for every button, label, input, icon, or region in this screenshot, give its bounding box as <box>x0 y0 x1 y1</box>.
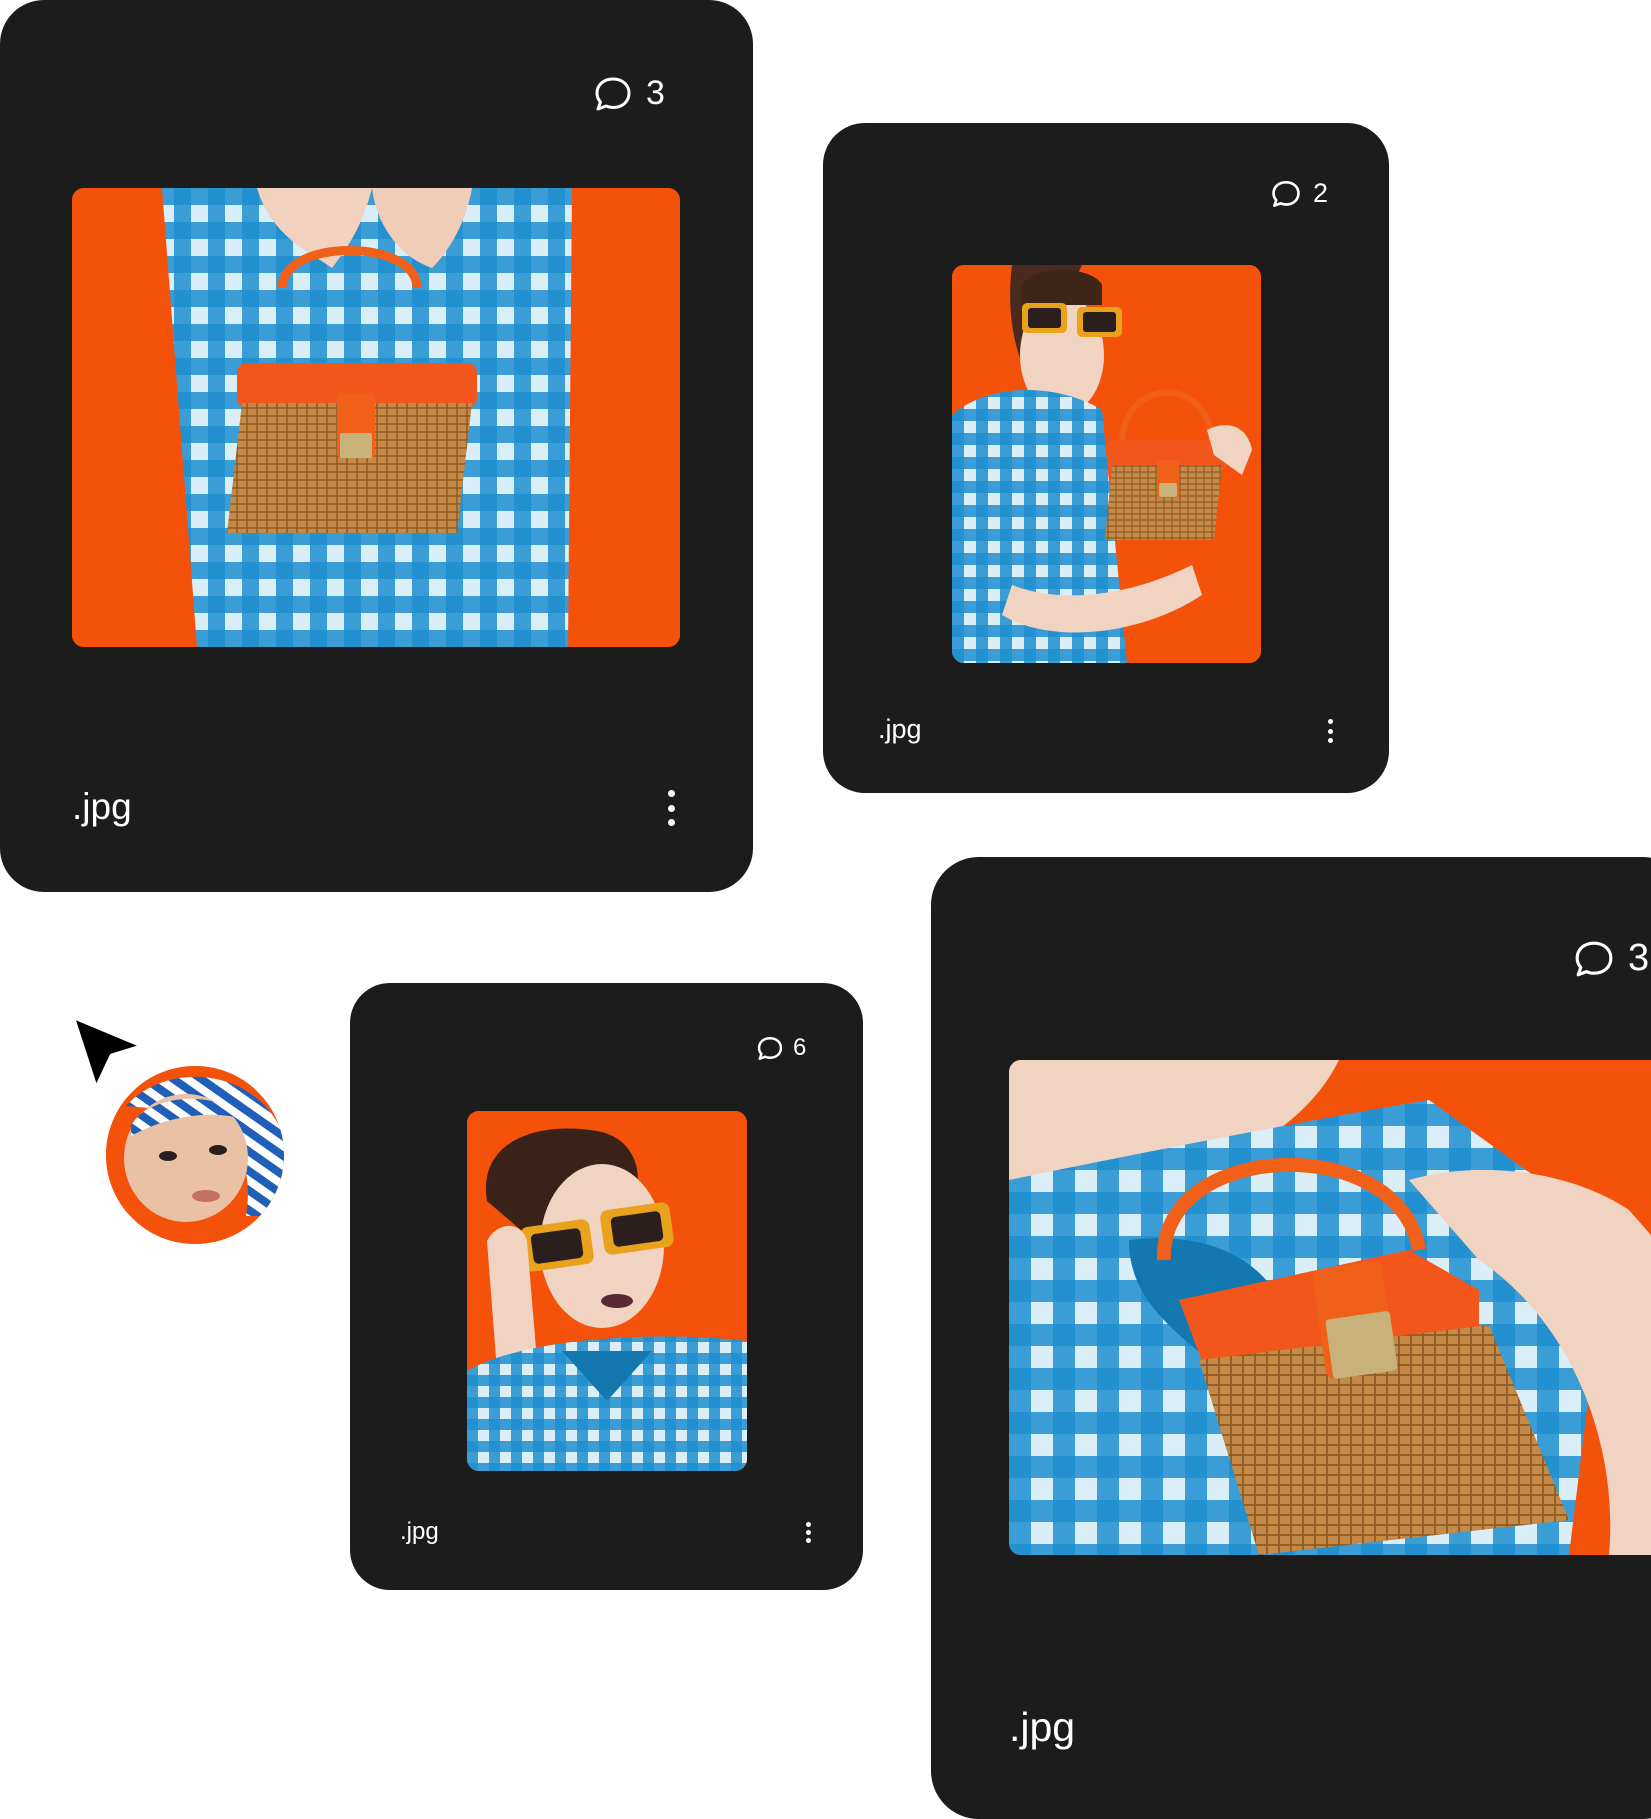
comment-bubble-icon <box>594 76 632 112</box>
file-card[interactable]: 2 .jpg <box>823 123 1389 793</box>
more-vertical-icon[interactable] <box>1327 719 1333 743</box>
comment-count-value: 6 <box>793 1034 807 1061</box>
comment-count[interactable]: 3 <box>594 74 665 113</box>
file-name: .jpg <box>1009 1704 1076 1750</box>
comment-count-value: 2 <box>1313 178 1329 208</box>
file-name: .jpg <box>878 714 922 744</box>
comment-count[interactable]: 2 <box>1271 178 1328 209</box>
collaborator-avatar[interactable] <box>106 1066 284 1244</box>
file-card[interactable]: 3 .jpg <box>0 0 753 892</box>
comment-count[interactable]: 3 <box>1574 937 1649 980</box>
more-vertical-icon[interactable] <box>667 790 675 826</box>
file-thumbnail[interactable] <box>72 188 680 647</box>
file-name: .jpg <box>72 786 132 827</box>
file-review-canvas: 3 .jpg 2 .jpg 6 .jpg 3 .jpg <box>0 0 1651 1819</box>
file-card[interactable]: 3 .jpg <box>931 857 1651 1819</box>
file-name: .jpg <box>400 1518 439 1545</box>
comment-bubble-icon <box>1271 180 1301 208</box>
comment-count-value: 3 <box>646 74 665 112</box>
comment-count[interactable]: 6 <box>757 1034 806 1062</box>
comment-bubble-icon <box>757 1036 783 1061</box>
file-thumbnail[interactable] <box>467 1111 747 1471</box>
file-card[interactable]: 6 .jpg <box>350 983 863 1590</box>
file-thumbnail[interactable] <box>1009 1060 1651 1555</box>
comment-bubble-icon <box>1574 940 1614 978</box>
more-vertical-icon[interactable] <box>806 1522 811 1543</box>
file-thumbnail[interactable] <box>952 265 1261 663</box>
comment-count-value: 3 <box>1628 937 1650 979</box>
